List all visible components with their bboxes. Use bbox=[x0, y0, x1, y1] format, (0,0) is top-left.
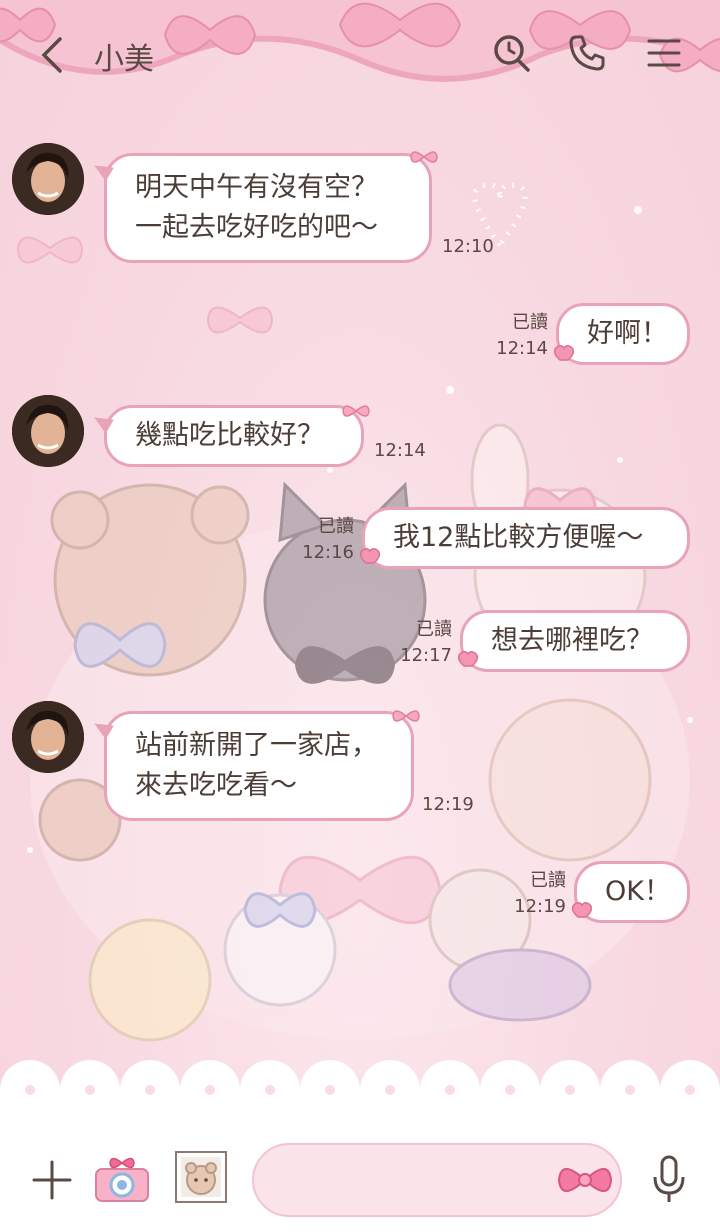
message-time: 12:17 bbox=[400, 645, 452, 666]
heart-icon bbox=[570, 897, 596, 925]
message-meta: 已讀 12:17 bbox=[392, 617, 452, 669]
back-chevron-icon[interactable] bbox=[30, 30, 74, 80]
message-time: 12:16 bbox=[302, 542, 354, 563]
message-time: 12:19 bbox=[514, 896, 566, 917]
message-text: 一起去吃好吃的吧～ bbox=[135, 212, 378, 243]
message-text: 幾點吃比較好？ bbox=[135, 420, 324, 451]
bow-icon bbox=[342, 400, 370, 426]
menu-icon[interactable] bbox=[642, 30, 686, 76]
message-meta: 已讀 12:14 bbox=[488, 310, 548, 362]
bow-icon bbox=[392, 705, 420, 731]
message-bubble[interactable]: 我12點比較方便喔～ bbox=[362, 507, 690, 569]
read-receipt: 已讀 bbox=[318, 516, 354, 537]
bow-emoji-icon[interactable] bbox=[556, 1158, 614, 1202]
message-bubble[interactable]: 想去哪裡吃？ bbox=[460, 610, 690, 672]
message-text: OK！ bbox=[605, 876, 671, 907]
contact-avatar[interactable] bbox=[12, 395, 84, 467]
read-receipt: 已讀 bbox=[512, 312, 548, 333]
lace-trim bbox=[0, 1060, 720, 1120]
input-bar bbox=[0, 1118, 720, 1232]
bow-icon bbox=[410, 146, 438, 172]
contact-avatar[interactable] bbox=[12, 701, 84, 773]
plus-icon[interactable] bbox=[28, 1156, 76, 1204]
message-time: 12:14 bbox=[374, 440, 426, 461]
message-text: 明天中午有沒有空？ bbox=[135, 172, 378, 203]
message-text: 好啊！ bbox=[587, 318, 668, 349]
heart-icon bbox=[456, 646, 482, 674]
read-receipt: 已讀 bbox=[530, 870, 566, 891]
contact-avatar[interactable] bbox=[12, 143, 84, 215]
chat-header: 小美 bbox=[0, 0, 720, 110]
message-bubble[interactable]: 站前新開了一家店， 來去吃吃看～ bbox=[104, 711, 414, 821]
message-text: 我12點比較方便喔～ bbox=[393, 522, 644, 553]
message-time: 12:10 bbox=[442, 236, 494, 257]
chat-title: 小美 bbox=[94, 42, 154, 77]
phone-icon[interactable] bbox=[565, 30, 609, 76]
heart-icon bbox=[358, 543, 384, 571]
camera-icon[interactable] bbox=[94, 1154, 150, 1204]
microphone-icon[interactable] bbox=[646, 1154, 692, 1206]
message-bubble[interactable]: 幾點吃比較好？ bbox=[104, 405, 364, 467]
sticker-icon[interactable] bbox=[174, 1150, 228, 1204]
read-receipt: 已讀 bbox=[416, 619, 452, 640]
heart-icon bbox=[552, 340, 578, 368]
message-text: 站前新開了一家店， bbox=[135, 730, 378, 761]
message-meta: 已讀 12:19 bbox=[506, 868, 566, 920]
message-text: 來去吃吃看～ bbox=[135, 770, 297, 801]
message-text: 想去哪裡吃？ bbox=[491, 625, 653, 656]
message-time: 12:14 bbox=[496, 338, 548, 359]
message-bubble[interactable]: 明天中午有沒有空？ 一起去吃好吃的吧～ bbox=[104, 153, 432, 263]
message-time: 12:19 bbox=[422, 794, 474, 815]
search-icon[interactable] bbox=[490, 30, 534, 76]
message-meta: 已讀 12:16 bbox=[294, 514, 354, 566]
